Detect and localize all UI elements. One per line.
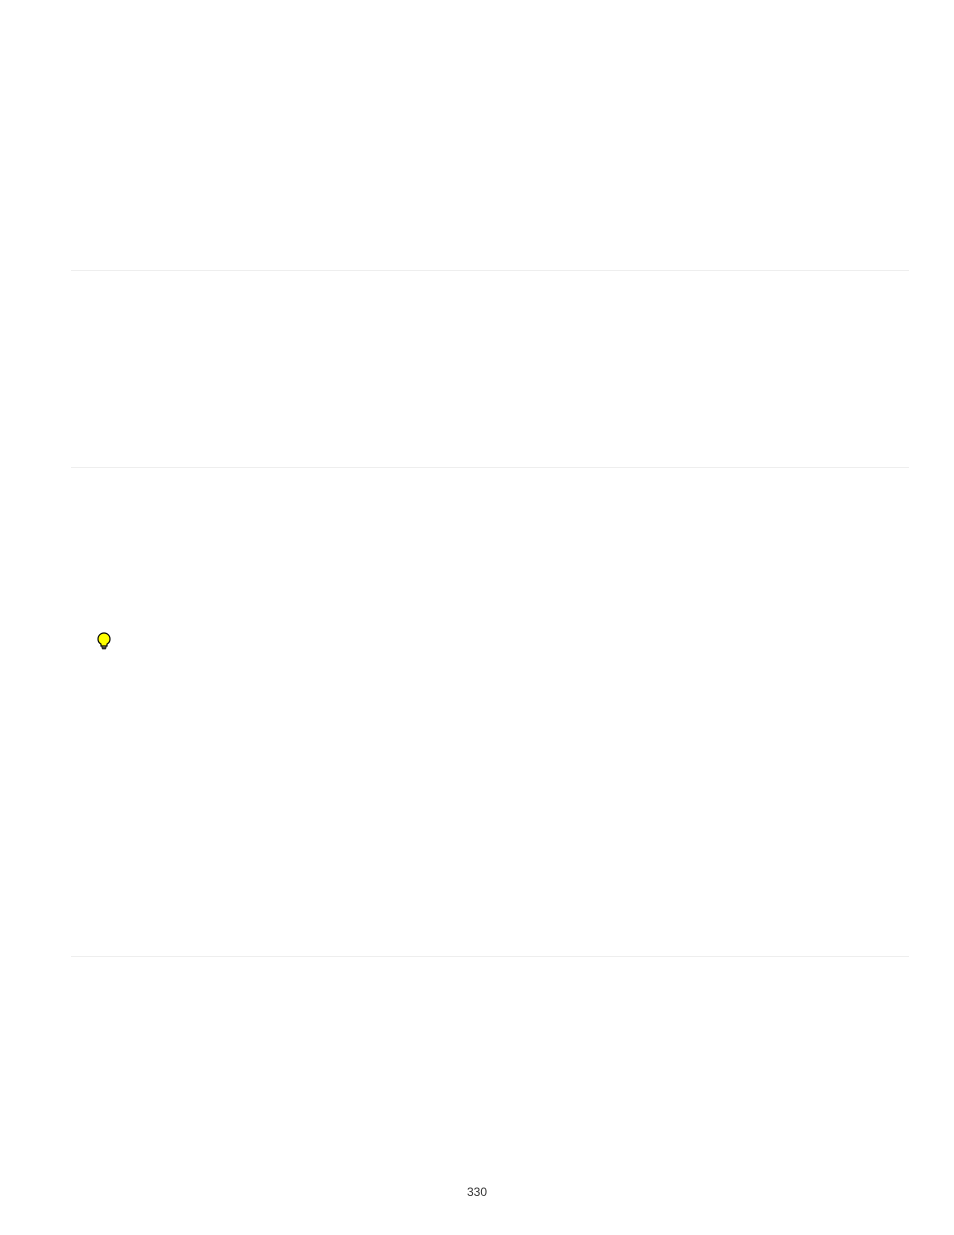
- section-divider: [71, 956, 909, 957]
- page-number: 330: [467, 1185, 487, 1199]
- lightbulb-icon: [97, 632, 111, 650]
- document-page: [71, 0, 909, 1235]
- section-divider: [71, 467, 909, 468]
- section-divider: [71, 270, 909, 271]
